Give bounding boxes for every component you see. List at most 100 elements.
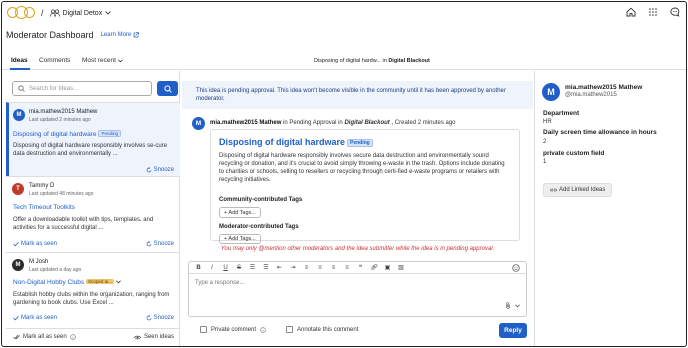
chevron-down-icon[interactable] <box>105 11 112 15</box>
info-icon[interactable] <box>260 326 266 333</box>
justify-icon[interactable]: ≡ <box>344 265 351 271</box>
idea-title[interactable]: Disposing of digital hardware Pending <box>13 130 121 138</box>
author-name: M Josh <box>29 259 49 265</box>
avatar: M <box>12 259 24 271</box>
idea-card: Disposing of digital hardware Pending Dis… <box>210 129 520 244</box>
add-community-tags-button[interactable]: + Add Tags... <box>219 207 261 218</box>
link-icon[interactable]: 🔗︎ <box>371 264 379 271</box>
post-community[interactable]: Digital Blackout <box>344 120 389 126</box>
status-badge: Scoped ai... <box>86 279 114 284</box>
video-icon[interactable]: ▣ <box>384 264 391 271</box>
info-icon[interactable] <box>69 334 76 340</box>
home-icon[interactable] <box>626 7 636 17</box>
align-center-icon[interactable]: ≡ <box>317 265 324 271</box>
snooze-button[interactable]: Snooze <box>146 315 174 321</box>
department-label: Department <box>543 110 580 117</box>
list-footer: Mark all as seen Seen ideas <box>6 328 180 346</box>
search-icon <box>163 84 172 93</box>
editor-actions <box>505 302 520 309</box>
active-tab-indicator <box>10 68 30 70</box>
chevron-down-icon <box>118 58 123 62</box>
snooze-label: Snooze <box>153 167 174 173</box>
reply-input-placeholder[interactable]: Type a response... <box>195 280 244 286</box>
post-author[interactable]: mia.mathew2015 Mathew <box>210 120 281 126</box>
seen-ideas-button[interactable]: Seen ideas <box>134 334 174 340</box>
idea-description: Disposing of digital hardware responsibl… <box>13 143 168 157</box>
avatar: M <box>542 83 560 101</box>
annotate-comment-checkbox[interactable]: Annotate this comment <box>286 326 358 333</box>
snooze-icon <box>146 241 151 247</box>
idea-title[interactable]: Tech Timeout Toolkits <box>13 204 75 211</box>
brand-logo-icon[interactable] <box>6 5 36 21</box>
status-badge: Pending <box>98 130 121 137</box>
tab-ideas[interactable]: Ideas <box>11 57 28 64</box>
breadcrumb: Disposing of digital hardw... in Digital… <box>314 58 430 64</box>
checkbox[interactable] <box>286 326 293 333</box>
mention-warning: You may only @mention other moderators a… <box>220 246 495 252</box>
private-comment-checkbox[interactable]: Private comment <box>200 326 266 333</box>
check-icon <box>13 241 19 247</box>
search-input[interactable]: Search for Ideas... <box>12 81 152 96</box>
checkbox[interactable] <box>200 326 207 333</box>
strikethrough-icon[interactable]: S <box>236 265 243 271</box>
add-linked-ideas-button[interactable]: Add Linked Ideas <box>543 183 613 197</box>
align-right-icon[interactable]: ≡ <box>330 265 337 271</box>
mark-as-seen-button[interactable]: Mark as seen <box>13 241 57 247</box>
chevron-down-icon[interactable] <box>115 280 121 284</box>
outdent-icon[interactable]: ⇤ <box>276 264 283 271</box>
learn-more-link[interactable]: Learn More <box>101 32 140 38</box>
idea-title-text: Disposing of digital hardware <box>13 131 97 138</box>
bulleted-list-icon[interactable]: ☰ <box>249 264 256 271</box>
snooze-icon <box>146 167 151 173</box>
quote-icon[interactable]: ❝ <box>357 264 364 271</box>
attachment-icon[interactable] <box>505 302 511 309</box>
separator: / <box>41 8 44 18</box>
page-header: Moderator Dashboard Learn More <box>2 24 686 46</box>
indent-icon[interactable]: ⇥ <box>290 264 297 271</box>
mark-as-seen-label: Mark as seen <box>21 315 58 321</box>
breadcrumb-community[interactable]: Digital Blackout <box>388 58 430 64</box>
author-details-panel: M mia.mathew2015 Mathew @mia.mathew2015 … <box>534 71 686 346</box>
search-button[interactable] <box>157 81 178 96</box>
list-item[interactable]: M mia.mathew2015 Mathew Last updated 2 m… <box>6 102 180 176</box>
chat-icon[interactable] <box>670 7 680 17</box>
italic-icon[interactable]: I <box>209 265 216 271</box>
apps-grid-icon[interactable] <box>648 7 658 17</box>
list-item[interactable]: M M Josh Last updated a day ago Non-Digi… <box>6 252 180 328</box>
idea-title[interactable]: Non-Digital Hobby Clubs Scoped ai... <box>13 279 121 286</box>
reply-editor[interactable]: B I U S ☰ ☰ ⇤ ⇥ ≡ ≡ ≡ ≡ ❝ 🔗︎ ▣ ▨ Type a … <box>188 261 527 317</box>
bold-icon[interactable]: B <box>195 265 202 271</box>
link-icon <box>550 188 557 192</box>
author-name[interactable]: mia.mathew2015 Mathew <box>565 84 642 91</box>
avatar: M <box>192 117 205 130</box>
tab-comments[interactable]: Comments <box>39 57 70 64</box>
numbered-list-icon[interactable]: ☰ <box>263 264 270 271</box>
updated-time: Last updated 48 minutes ago <box>29 191 94 197</box>
community-group-icon <box>49 9 60 17</box>
author-name: mia.mathew2015 Mathew <box>29 109 98 115</box>
author-handle: @mia.mathew2015 <box>565 92 617 98</box>
chevron-down-icon[interactable] <box>515 303 520 308</box>
align-left-icon[interactable]: ≡ <box>303 265 310 271</box>
double-check-icon <box>13 334 20 340</box>
private-comment-label: Private comment <box>211 326 257 333</box>
mark-as-seen-button[interactable]: Mark as seen <box>13 315 57 321</box>
emoji-icon[interactable] <box>512 264 520 272</box>
list-item[interactable]: T Tammy D Last updated 48 minutes ago Te… <box>6 176 180 252</box>
post-meta: mia.mathew2015 Mathew in Pending Approva… <box>210 120 456 126</box>
mark-all-seen-button[interactable]: Mark all as seen <box>13 334 76 340</box>
underline-icon[interactable]: U <box>222 265 229 271</box>
search-placeholder: Search for Ideas... <box>29 85 79 92</box>
idea-description: Offer a downloadable toolkit with tips, … <box>13 217 154 231</box>
idea-title: Disposing of digital hardware Pending <box>219 137 373 147</box>
breadcrumb-idea: Disposing of digital hardw... <box>314 58 381 64</box>
reply-button[interactable]: Reply <box>499 323 527 338</box>
sort-dropdown[interactable]: Most recent <box>82 57 123 64</box>
community-name[interactable]: Digital Detox <box>63 10 103 17</box>
snooze-button[interactable]: Snooze <box>146 167 174 173</box>
snooze-button[interactable]: Snooze <box>146 241 174 247</box>
image-icon[interactable]: ▨ <box>398 264 405 271</box>
reply-options: Private comment Annotate this comment Re… <box>188 323 527 339</box>
idea-detail-panel: This idea is pending approval. This idea… <box>182 71 533 346</box>
learn-more-label: Learn More <box>100 32 132 38</box>
